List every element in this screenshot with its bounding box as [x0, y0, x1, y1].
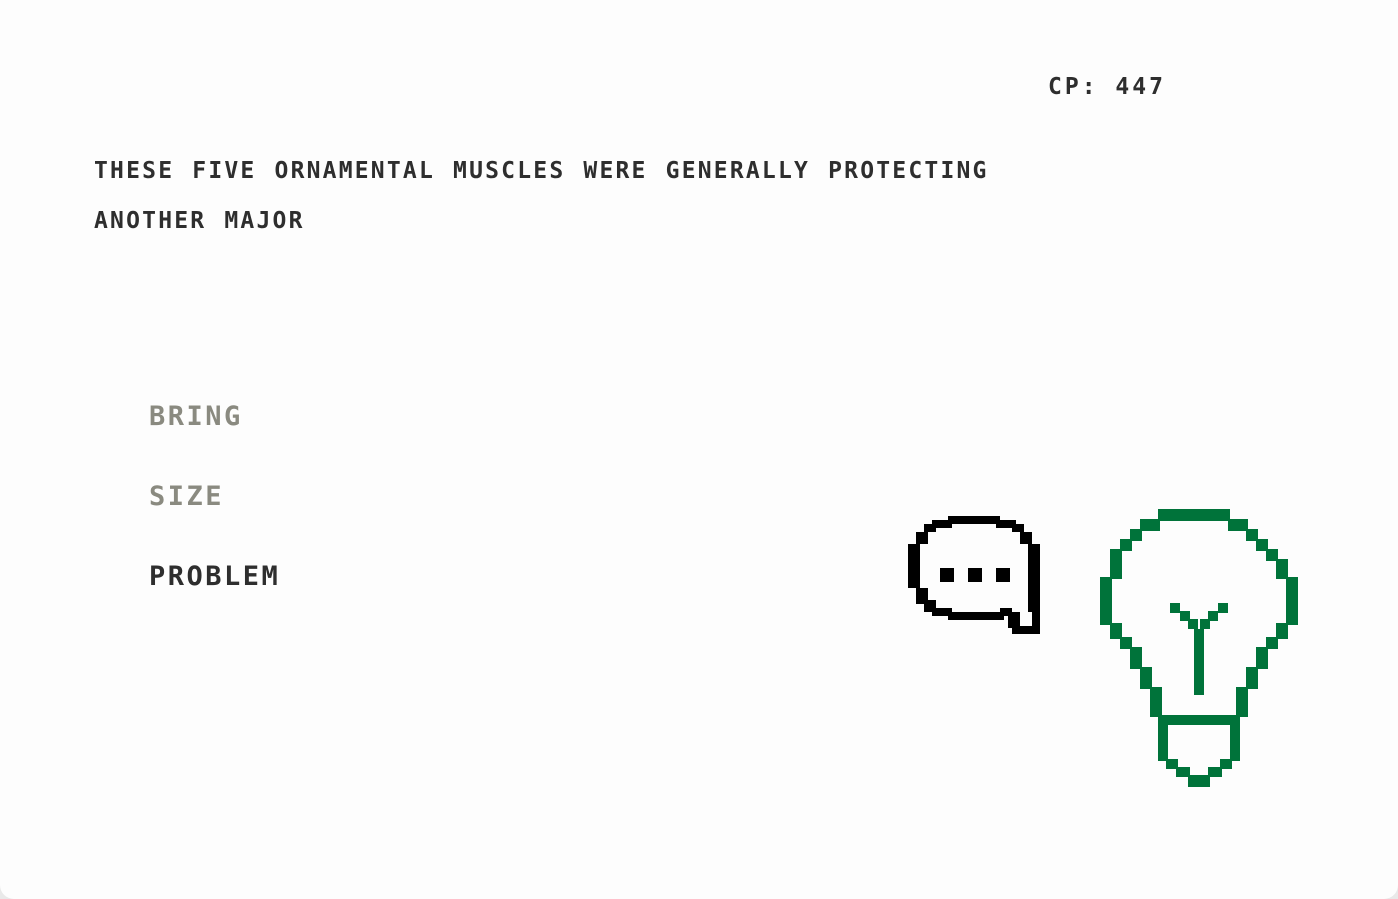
- speech-bubble-icon[interactable]: [908, 516, 1040, 634]
- choice-problem[interactable]: PROBLEM: [149, 558, 280, 638]
- prompt-line-2: ANOTHER MAJOR: [94, 208, 305, 234]
- prompt-text: THESE FIVE ORNAMENTAL MUSCLES WERE GENER…: [94, 146, 1214, 246]
- choice-list: BRING SIZE PROBLEM: [149, 398, 280, 638]
- cp-counter: CP: 447: [1048, 74, 1166, 100]
- prompt-line-1: THESE FIVE ORNAMENTAL MUSCLES WERE GENER…: [94, 158, 989, 184]
- choice-bring[interactable]: BRING: [149, 398, 280, 478]
- choice-size[interactable]: SIZE: [149, 478, 280, 558]
- game-screen: CP: 447 THESE FIVE ORNAMENTAL MUSCLES WE…: [0, 0, 1398, 899]
- lightbulb-icon[interactable]: [1098, 509, 1300, 791]
